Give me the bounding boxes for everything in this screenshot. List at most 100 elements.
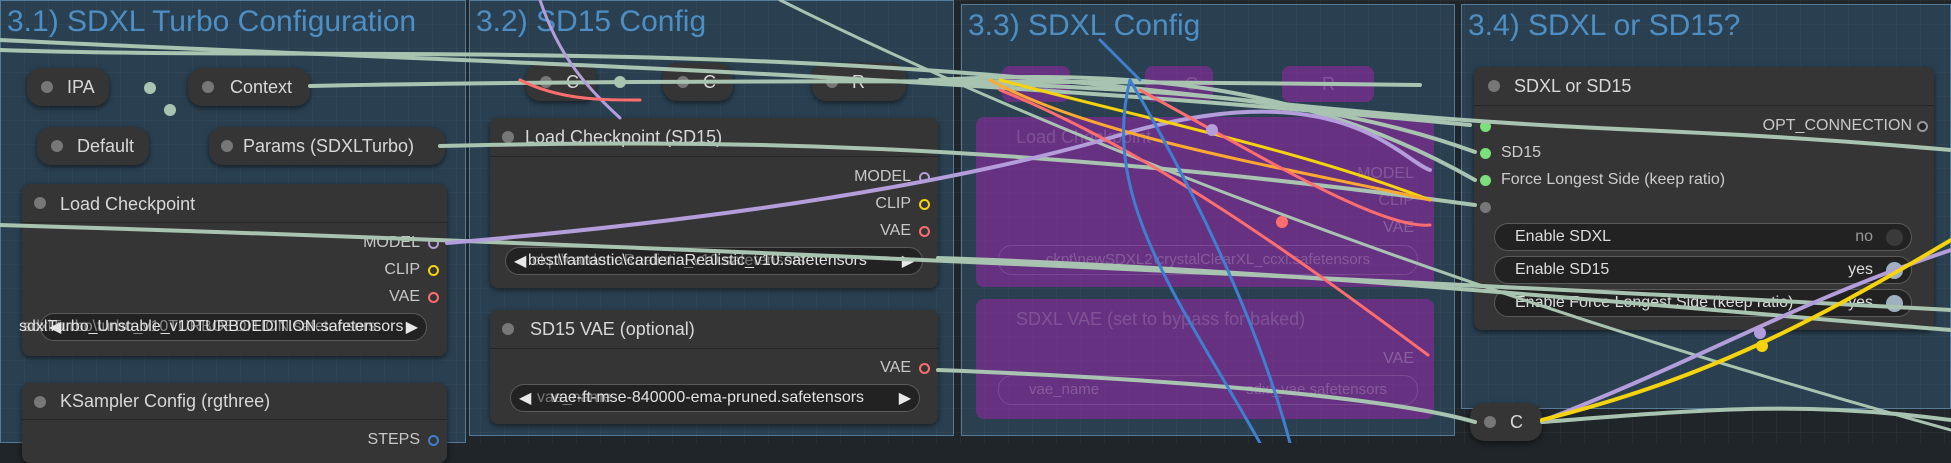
toggle-label: Enable SD15 [1515,261,1610,278]
bypassed-load-checkpoint-sdxl[interactable]: Load Checkpoint MODEL CLIP VAE ckpt\newS… [976,117,1434,287]
collapse-dot[interactable] [51,140,63,152]
ksampler-config-node[interactable]: KSampler Config (rgthree) STEPS [22,383,447,463]
collapse-dot[interactable] [502,131,514,143]
collapse-dot[interactable] [1484,416,1496,428]
node-title: SDXL VAE (set to bypass for baked) [1016,309,1306,329]
toggle-state: yes [1848,261,1873,278]
ckpt-name-widget[interactable]: ◀ sdxlTurbo\turbo_v10TURBOEDITION.safete… [19,313,427,341]
toggle-knob-icon[interactable] [1886,295,1903,312]
node-title: SDXL or SD15 [1514,76,1632,96]
reroute-label: Params (SDXLTurbo) [243,136,415,156]
reroute-params-sdxlturbo[interactable]: Params (SDXLTurbo) [209,127,445,165]
toggle-label: Enable Force Longest Side (keep ratio) [1515,294,1794,311]
output-steps-label: STEPS [367,431,420,448]
input-socket-empty[interactable] [1480,202,1491,213]
ckpt-name-value: sdxlTurbo_Unstable_v10TURBOEDITION.safet… [19,318,404,335]
toggle-enable-sdxl[interactable]: Enable SDXL no [1494,223,1912,251]
bypassed-reroute-c[interactable]: C [1002,66,1070,102]
input-force-longest-socket[interactable] [1480,175,1491,186]
collapse-dot[interactable] [1488,80,1500,92]
reroute-context[interactable]: Context [188,68,310,106]
collapse-dot[interactable] [540,76,552,88]
ckpt-name-widget[interactable]: ◀ ckpt\cardenaRealistic_v10.safetensors … [505,247,923,275]
reroute-label: R [1322,74,1335,94]
sdxl-or-sd15-node[interactable]: SDXL or SD15 OPT_CONNECTION SD15 Force L… [1474,67,1934,330]
node-title: Load Checkpoint (SD15) [525,127,723,147]
output-vae-label: VAE [880,359,911,376]
vae-name-value: sdxl_vae.safetensors [1246,381,1387,398]
bypassed-reroute-r[interactable]: R [1282,66,1374,102]
input-socket-1[interactable] [1480,121,1491,132]
output-clip-socket[interactable] [919,199,930,210]
output-opt-connection-socket[interactable] [1917,121,1928,132]
prev-arrow-icon[interactable]: ◀ [514,251,526,271]
toggle-state: no [1855,228,1873,245]
input-sd15-label: SD15 [1501,144,1542,161]
sd15-vae-node[interactable]: SD15 VAE (optional) VAE ◀ vae_name vae-f… [490,310,938,424]
collapse-dot[interactable] [41,81,53,93]
bypassed-reroute-c2[interactable]: C [1145,66,1213,102]
output-clip-label: CLIP [875,195,911,212]
output-model-label: MODEL [1357,165,1414,182]
node-title: SD15 VAE (optional) [530,319,695,339]
reroute-label: C [1185,74,1198,94]
next-arrow-icon[interactable]: ▶ [902,251,914,271]
reroute-label: Context [230,77,293,97]
vae-name-value: vae-ft-mse-840000-ema-pruned.safetensors [551,389,865,406]
reroute-label: R [852,72,865,92]
load-checkpoint-turbo-node[interactable]: Load Checkpoint MODEL CLIP VAE ◀ sdxlTur… [19,184,447,356]
output-vae-label: VAE [880,222,911,239]
output-vae-socket[interactable] [919,363,930,374]
vae-name-label: vae_name [1029,381,1100,398]
input-force-longest-label: Force Longest Side (keep ratio) [1501,171,1726,188]
output-opt-connection-label: OPT_CONNECTION [1762,117,1912,134]
output-vae-label: VAE [1383,219,1414,236]
ckpt-name-value: best\fantastic\cardenaRealistic_v10.safe… [528,252,867,269]
ckpt-name-value: ckpt\newSDXL2\crystalClearXL_ccxl.safete… [1045,251,1371,268]
output-vae-socket[interactable] [428,292,439,303]
next-arrow-icon[interactable]: ▶ [899,388,911,408]
collapse-dot[interactable] [502,323,514,335]
output-model-socket[interactable] [428,238,439,249]
input-sd15-socket[interactable] [1480,148,1491,159]
output-clip-socket[interactable] [428,265,439,276]
reroute-c-bottom[interactable]: C [1470,403,1542,441]
node-graph-canvas[interactable]: 3.1) SDXL Turbo Configuration 3.2) SD15 … [0,0,1951,463]
vae-name-widget[interactable]: ◀ vae_name vae-ft-mse-840000-ema-pruned.… [510,384,920,412]
next-arrow-icon[interactable]: ▶ [406,317,418,337]
collapse-dot[interactable] [34,197,46,209]
reroute-c-1[interactable]: C [526,63,596,101]
collapse-dot[interactable] [826,76,838,88]
vae-name-widget[interactable]: vae_name sdxl_vae.safetensors [998,375,1418,405]
output-model-label: MODEL [363,234,420,251]
load-checkpoint-sd15-node[interactable]: Load Checkpoint (SD15) MODEL CLIP VAE ◀ … [490,118,938,288]
collapse-dot[interactable] [221,140,233,152]
toggle-knob-icon[interactable] [1886,229,1903,246]
output-vae-socket[interactable] [919,226,930,237]
group-title: 3.2) SD15 Config [476,5,707,38]
bypassed-sdxl-vae[interactable]: SDXL VAE (set to bypass for baked) VAE v… [976,299,1434,419]
collapse-dot[interactable] [677,76,689,88]
reroute-default[interactable]: Default [37,127,149,165]
node-title: Load Checkpoint [1016,127,1152,147]
ckpt-name-widget[interactable]: ckpt\newSDXL2\crystalClearXL_ccxl.safete… [998,245,1418,275]
group-title: 3.4) SDXL or SD15? [1468,9,1741,42]
link-wire [1540,406,1951,424]
output-model-label: MODEL [854,168,911,185]
reroute-label: Default [77,136,135,156]
output-model-socket[interactable] [919,172,930,183]
collapse-dot[interactable] [34,396,46,408]
reroute-ipa[interactable]: IPA [27,68,109,106]
reroute-label: C [703,72,716,92]
toggle-knob-icon[interactable] [1886,262,1903,279]
toggle-enable-force-longest-side[interactable]: Enable Force Longest Side (keep ratio) y… [1494,289,1912,317]
reroute-label: IPA [67,77,95,97]
toggle-enable-sd15[interactable]: Enable SD15 yes [1494,256,1912,284]
output-steps-socket[interactable] [428,435,439,446]
collapse-dot[interactable] [202,81,214,93]
output-clip-label: CLIP [1378,192,1414,209]
reroute-r[interactable]: R [812,63,906,101]
prev-arrow-icon[interactable]: ◀ [519,388,531,408]
toggle-label: Enable SDXL [1515,228,1612,245]
reroute-c-2[interactable]: C [663,63,733,101]
